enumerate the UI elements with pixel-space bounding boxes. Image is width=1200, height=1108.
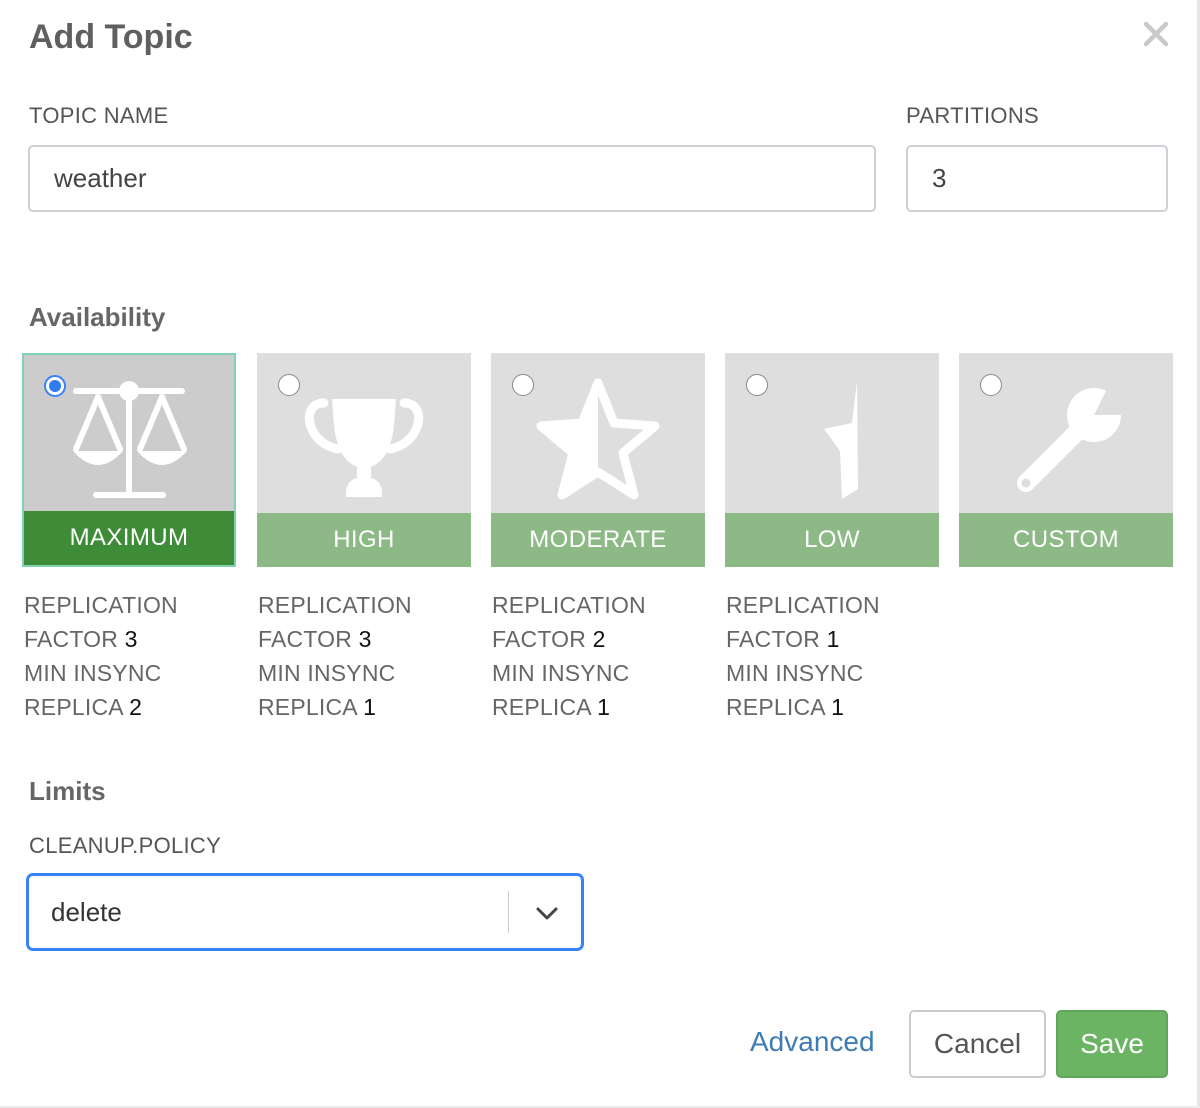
limits-title: Limits [29, 776, 106, 806]
cleanup-policy-select[interactable]: delete [26, 873, 584, 951]
save-button[interactable]: Save [1056, 1010, 1168, 1078]
high-label: HIGH [257, 513, 471, 567]
scales-icon [73, 381, 187, 498]
partitions-input[interactable] [906, 145, 1168, 212]
advanced-link[interactable]: Advanced [750, 1026, 875, 1058]
low-label: LOW [725, 513, 939, 567]
availability-option-maximum[interactable]: MAXIMUM [22, 353, 236, 567]
low-description: REPLICATION FACTOR 1 MIN INSYNC REPLICA … [726, 592, 880, 720]
min-insync-value: 1 [831, 694, 845, 720]
replication-factor-value: 3 [358, 626, 372, 652]
cleanup-policy-label: CLEANUP.POLICY [29, 833, 222, 858]
availability-option-low[interactable]: LOW [725, 353, 939, 567]
replication-factor-value: 3 [124, 626, 138, 652]
min-insync-value: 1 [597, 694, 611, 720]
topic-name-input[interactable] [28, 145, 876, 212]
replication-factor-value: 1 [826, 626, 840, 652]
availability-option-high[interactable]: HIGH [257, 353, 471, 567]
trophy-icon [304, 398, 424, 497]
moderate-label: MODERATE [491, 513, 705, 567]
chevron-down-icon[interactable] [533, 900, 561, 928]
partial-star-icon [824, 381, 858, 499]
maximum-description: REPLICATION FACTOR 3 MIN INSYNC REPLICA … [24, 592, 178, 720]
min-insync-value: 1 [363, 694, 377, 720]
cleanup-policy-value: delete [51, 897, 122, 927]
availability-option-moderate[interactable]: MODERATE [491, 353, 705, 567]
availability-title: Availability [29, 302, 166, 332]
dialog-title: Add Topic [29, 18, 193, 56]
partitions-label: PARTITIONS [906, 103, 1039, 128]
replication-factor-value: 2 [592, 626, 606, 652]
half-star-icon [536, 378, 660, 500]
close-button[interactable] [1140, 18, 1172, 50]
select-divider [508, 891, 509, 933]
availability-option-custom[interactable]: CUSTOM [959, 353, 1173, 567]
wrench-icon [1017, 387, 1128, 492]
cancel-button[interactable]: Cancel [909, 1010, 1046, 1078]
topic-name-label: TOPIC NAME [29, 103, 169, 128]
maximum-label: MAXIMUM [24, 511, 234, 565]
moderate-description: REPLICATION FACTOR 2 MIN INSYNC REPLICA … [492, 592, 646, 720]
min-insync-value: 2 [129, 694, 143, 720]
custom-label: CUSTOM [959, 513, 1173, 567]
high-description: REPLICATION FACTOR 3 MIN INSYNC REPLICA … [258, 592, 412, 720]
close-icon [1143, 21, 1169, 47]
